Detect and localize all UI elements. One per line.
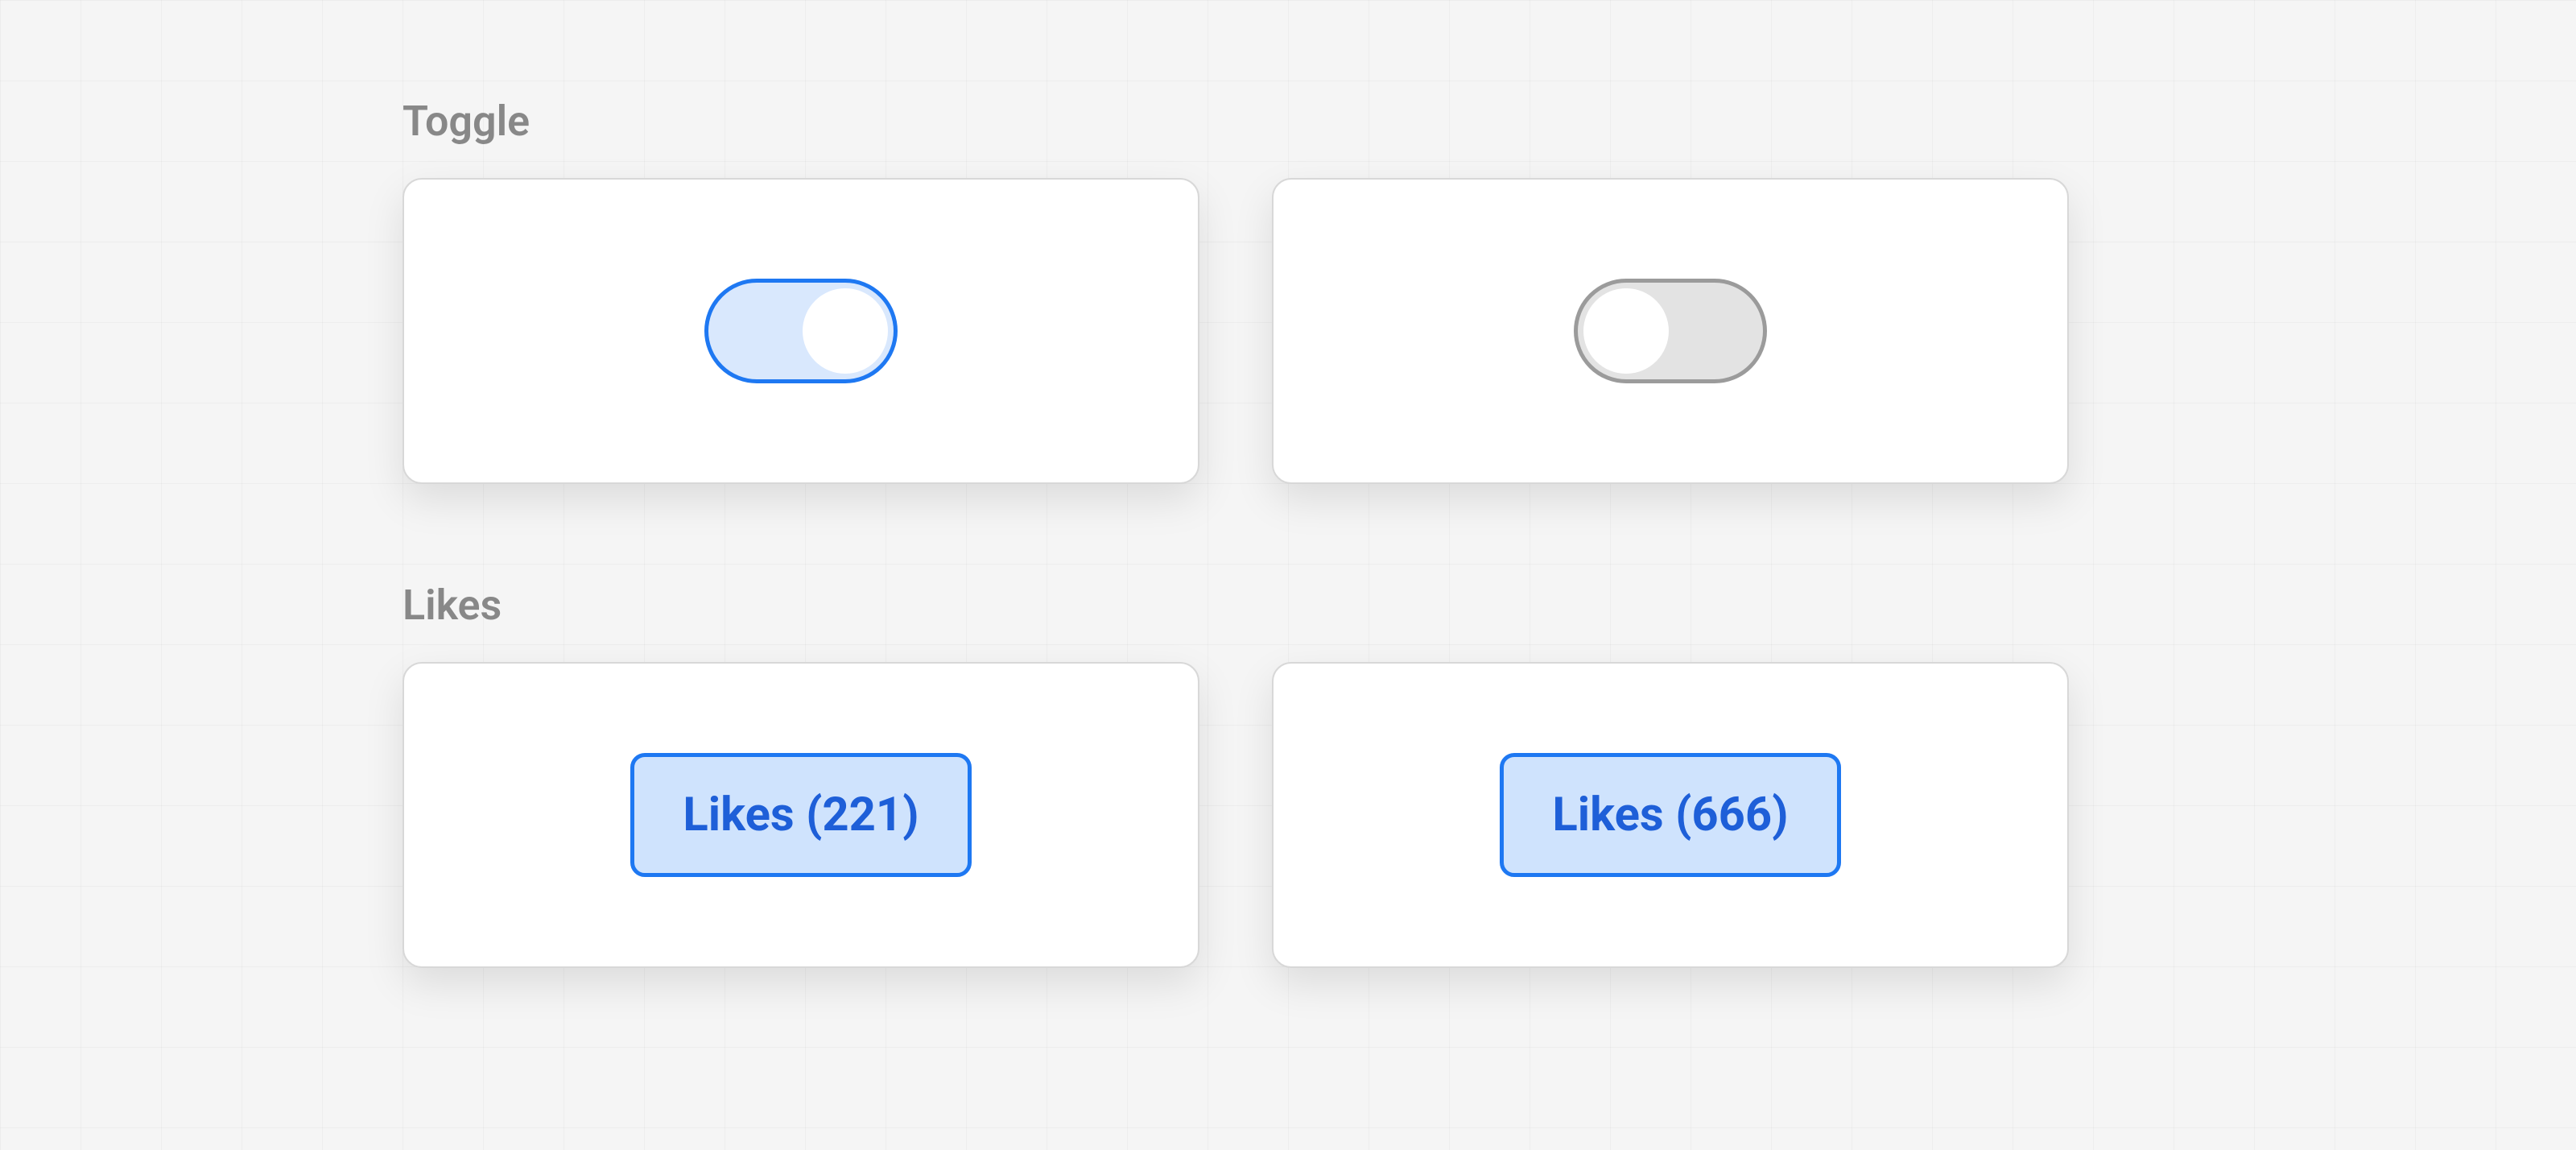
toggle-knob	[803, 288, 888, 374]
toggle-switch-on[interactable]	[704, 279, 898, 383]
toggle-knob	[1583, 288, 1669, 374]
toggle-card-on	[402, 178, 1199, 484]
toggle-card-off	[1272, 178, 2069, 484]
likes-button[interactable]: Likes (221)	[630, 753, 971, 877]
toggle-row	[402, 178, 2174, 484]
likes-card-1: Likes (221)	[402, 662, 1199, 968]
toggle-section: Toggle	[402, 97, 2174, 484]
likes-section-label: Likes	[402, 581, 2174, 630]
likes-section: Likes Likes (221) Likes (666)	[402, 581, 2174, 968]
likes-card-2: Likes (666)	[1272, 662, 2069, 968]
likes-row: Likes (221) Likes (666)	[402, 662, 2174, 968]
likes-button[interactable]: Likes (666)	[1500, 753, 1840, 877]
toggle-section-label: Toggle	[402, 97, 2174, 146]
toggle-switch-off[interactable]	[1574, 279, 1767, 383]
